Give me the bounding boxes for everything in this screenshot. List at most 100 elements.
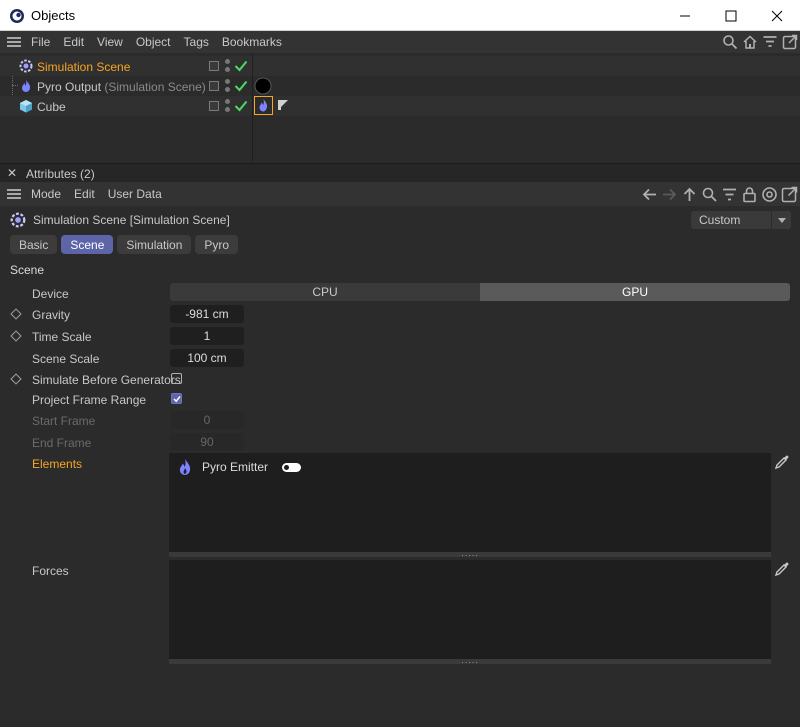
keyframe-diamond-icon[interactable] xyxy=(10,373,22,385)
param-label: Simulate Before Generators xyxy=(32,373,181,387)
elements-list[interactable]: Pyro Emitter ..... xyxy=(169,453,771,558)
enabled-check-icon[interactable] xyxy=(234,59,248,73)
param-label: Scene Scale xyxy=(32,352,100,366)
maximize-button[interactable] xyxy=(708,0,754,31)
attributes-menubar: Mode Edit User Data xyxy=(0,182,800,206)
visibility-dots-icon[interactable] xyxy=(225,99,230,113)
close-panel-icon[interactable]: ✕ xyxy=(7,166,17,180)
object-row-pyro-output[interactable]: Pyro Output (Simulation Scene) xyxy=(0,76,800,96)
edit-render-icon[interactable] xyxy=(209,61,219,71)
keyframe-diamond-icon[interactable] xyxy=(10,308,22,320)
back-arrow-icon[interactable] xyxy=(641,186,658,203)
menu-user-data[interactable]: User Data xyxy=(108,187,162,201)
menu-edit[interactable]: Edit xyxy=(63,35,84,49)
project-frame-range-checkbox[interactable] xyxy=(171,393,182,404)
enabled-check-icon[interactable] xyxy=(234,99,248,113)
menu-file[interactable]: File xyxy=(31,35,50,49)
param-gravity: Gravity -981 cm xyxy=(0,304,800,324)
device-segmented-control: CPU GPU xyxy=(170,283,790,301)
object-manager-menubar: File Edit View Object Tags Bookmarks xyxy=(0,31,800,53)
up-arrow-icon[interactable] xyxy=(681,186,698,203)
target-icon[interactable] xyxy=(761,186,778,203)
param-start-frame: Start Frame 0 xyxy=(0,410,800,430)
edit-render-icon[interactable] xyxy=(209,101,219,111)
tab-pyro[interactable]: Pyro xyxy=(195,235,239,254)
pick-object-icon[interactable] xyxy=(774,561,790,577)
material-tag-icon[interactable] xyxy=(254,77,272,95)
window-title: Objects xyxy=(31,8,76,23)
filter-icon[interactable] xyxy=(762,34,778,50)
pyro-flame-icon xyxy=(22,80,31,92)
param-label: Forces xyxy=(32,564,69,578)
hamburger-menu-icon[interactable] xyxy=(7,189,21,199)
resize-grip[interactable]: ..... xyxy=(169,549,771,558)
gravity-field[interactable]: -981 cm xyxy=(170,305,244,323)
object-row-simulation-scene[interactable]: Simulation Scene xyxy=(0,56,800,76)
param-simulate-before-generators: Simulate Before Generators xyxy=(0,369,800,389)
param-label: Start Frame xyxy=(32,414,96,428)
display-tag-icon[interactable] xyxy=(277,99,289,111)
menu-bookmarks[interactable]: Bookmarks xyxy=(222,35,282,49)
preset-dropdown[interactable]: Custom xyxy=(691,211,791,229)
new-window-icon[interactable] xyxy=(782,34,798,50)
close-button[interactable] xyxy=(754,0,800,31)
simulation-scene-icon xyxy=(10,212,26,228)
menu-mode[interactable]: Mode xyxy=(31,187,61,201)
filter-icon[interactable] xyxy=(721,186,738,203)
param-end-frame: End Frame 90 xyxy=(0,432,800,452)
param-label: Elements xyxy=(32,457,83,471)
simulate-before-generators-checkbox[interactable] xyxy=(171,373,182,384)
forward-arrow-icon[interactable] xyxy=(661,186,678,203)
menu-view[interactable]: View xyxy=(97,35,123,49)
preset-value: Custom xyxy=(699,213,741,227)
forces-list[interactable]: ..... xyxy=(169,560,771,665)
home-icon[interactable] xyxy=(742,34,758,50)
object-title-label: Simulation Scene [Simulation Scene] xyxy=(33,213,230,227)
visibility-dots-icon[interactable] xyxy=(225,59,230,73)
chevron-down-icon xyxy=(771,211,791,229)
menu-object[interactable]: Object xyxy=(136,35,171,49)
column-separator xyxy=(252,53,253,163)
param-label: Gravity xyxy=(32,308,71,322)
resize-grip[interactable]: ..... xyxy=(169,656,771,665)
device-option-cpu[interactable]: CPU xyxy=(170,283,480,301)
menu-tags[interactable]: Tags xyxy=(184,35,209,49)
tab-simulation[interactable]: Simulation xyxy=(117,235,192,254)
object-list: Simulation Scene Pyro Output (Simulation… xyxy=(0,53,800,163)
param-time-scale: Time Scale 1 xyxy=(0,326,800,346)
scene-scale-field[interactable]: 100 cm xyxy=(170,349,244,367)
object-name: Cube xyxy=(37,100,66,114)
hamburger-menu-icon[interactable] xyxy=(7,37,21,47)
pick-object-icon[interactable] xyxy=(774,454,790,470)
lock-icon[interactable] xyxy=(741,186,758,203)
search-icon[interactable] xyxy=(701,186,718,203)
element-name: Pyro Emitter xyxy=(202,460,269,474)
new-window-icon[interactable] xyxy=(781,186,798,203)
visibility-dots-icon[interactable] xyxy=(225,79,230,93)
time-scale-field[interactable]: 1 xyxy=(170,327,244,345)
attributes-object-title: Simulation Scene [Simulation Scene] xyxy=(10,212,230,228)
list-item[interactable]: Pyro Emitter xyxy=(177,458,302,476)
object-row-cube[interactable]: Cube xyxy=(0,96,800,116)
cube-icon xyxy=(20,100,32,113)
object-name: Simulation Scene xyxy=(37,60,131,74)
section-title: Scene xyxy=(10,263,45,277)
cinema4d-app-icon xyxy=(10,9,24,23)
minimize-button[interactable] xyxy=(662,0,708,31)
enabled-check-icon[interactable] xyxy=(234,79,248,93)
object-name: Pyro Output (Simulation Scene) xyxy=(37,80,206,94)
edit-render-icon[interactable] xyxy=(209,81,219,91)
menu-edit[interactable]: Edit xyxy=(74,187,95,201)
param-label: Time Scale xyxy=(32,330,92,344)
attribute-tabs: Basic Scene Simulation Pyro xyxy=(10,235,239,254)
tab-basic[interactable]: Basic xyxy=(10,235,58,254)
minimize-icon xyxy=(680,15,690,16)
tab-scene[interactable]: Scene xyxy=(61,235,114,254)
search-icon[interactable] xyxy=(722,34,738,50)
param-label: Device xyxy=(32,287,69,301)
pyro-tag-icon[interactable] xyxy=(254,96,273,115)
keyframe-diamond-icon[interactable] xyxy=(10,330,22,342)
element-enabled-toggle[interactable] xyxy=(282,462,302,472)
param-label: Project Frame Range xyxy=(32,393,147,407)
device-option-gpu[interactable]: GPU xyxy=(480,283,790,301)
